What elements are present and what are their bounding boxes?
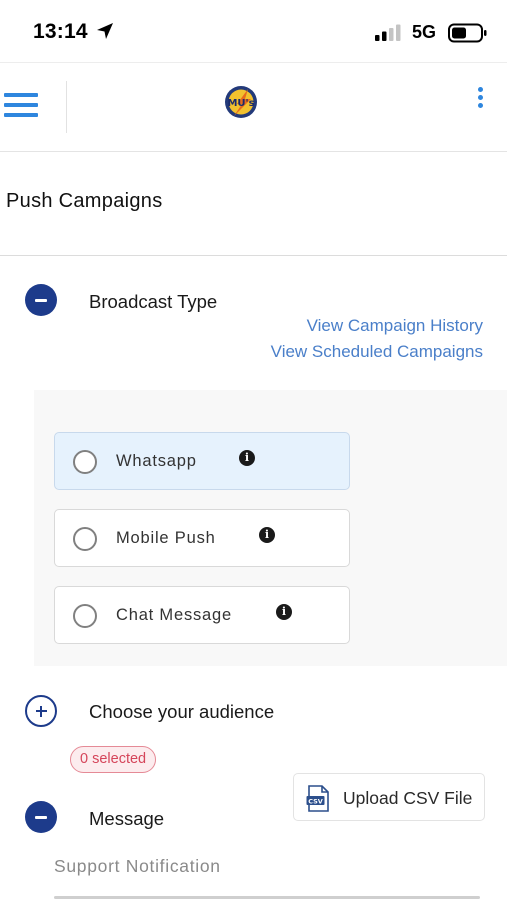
option-label: Mobile Push <box>116 529 216 547</box>
header-divider <box>66 81 67 133</box>
radio-button[interactable] <box>73 450 97 474</box>
broadcast-option-whatsapp[interactable]: Whatsapp i <box>54 432 350 490</box>
choose-audience-label: Choose your audience <box>89 701 275 722</box>
message-field-underline <box>54 896 480 899</box>
expand-audience-button[interactable] <box>25 695 57 727</box>
message-template-field[interactable]: Support Notification <box>54 856 221 877</box>
network-type: 5G <box>412 22 437 42</box>
page-title-bar: Push Campaigns <box>0 152 507 256</box>
battery-icon <box>448 23 487 43</box>
page-title: Push Campaigns <box>6 190 163 212</box>
app-header: MU's <box>0 62 507 152</box>
collapse-broadcast-type-button[interactable] <box>25 284 57 316</box>
radio-button[interactable] <box>73 527 97 551</box>
selected-count-badge: 0 selected <box>70 746 157 773</box>
radio-button[interactable] <box>73 604 97 628</box>
info-icon[interactable]: i <box>239 450 255 466</box>
status-time: 13:14 <box>33 20 88 43</box>
option-label: Whatsapp <box>116 452 197 470</box>
svg-text:CSV: CSV <box>308 797 323 805</box>
broadcast-type-label: Broadcast Type <box>89 291 218 312</box>
menu-icon[interactable] <box>4 93 38 121</box>
message-label: Message <box>89 808 165 829</box>
info-icon[interactable]: i <box>276 604 292 620</box>
app-logo: MU's <box>225 86 257 118</box>
broadcast-option-mobile-push[interactable]: Mobile Push i <box>54 509 350 567</box>
signal-icon <box>375 24 401 41</box>
logo-text: MU's <box>227 98 254 109</box>
location-arrow-icon <box>97 23 113 39</box>
upload-csv-label: Upload CSV File <box>343 788 473 808</box>
status-bar: 13:14 5G <box>0 0 507 62</box>
upload-csv-button[interactable]: CSV Upload CSV File <box>293 773 485 821</box>
info-icon[interactable]: i <box>259 527 275 543</box>
option-label: Chat Message <box>116 606 232 624</box>
kebab-menu-icon[interactable] <box>474 87 486 113</box>
view-campaign-history-link[interactable]: View Campaign History <box>307 316 483 336</box>
broadcast-option-chat-message[interactable]: Chat Message i <box>54 586 350 644</box>
view-scheduled-campaigns-link[interactable]: View Scheduled Campaigns <box>271 342 483 362</box>
csv-file-icon: CSV <box>306 785 329 812</box>
collapse-message-button[interactable] <box>25 801 57 833</box>
broadcast-options-panel: Whatsapp i Mobile Push i Chat Message i <box>34 390 507 666</box>
